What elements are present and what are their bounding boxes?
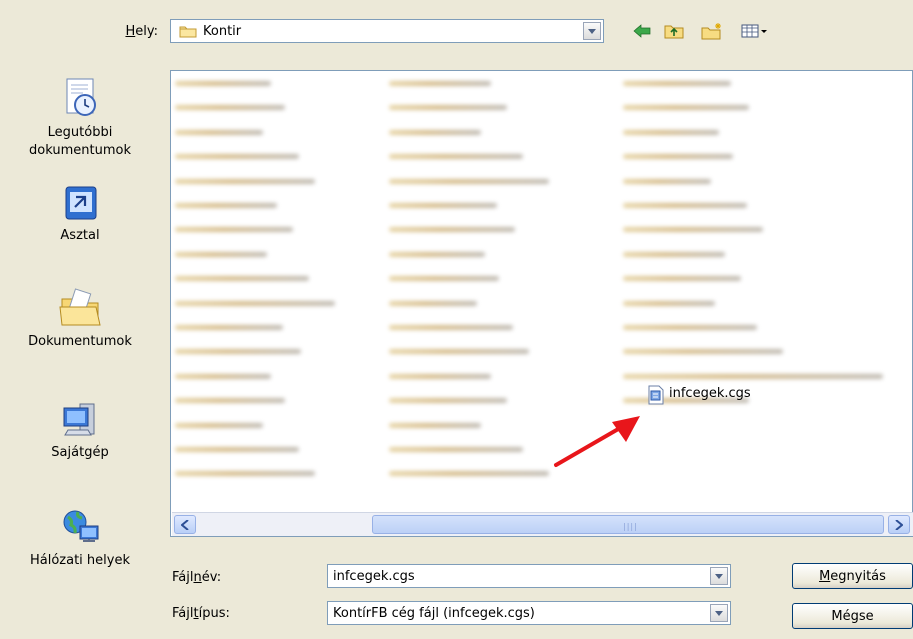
look-in-dropdown[interactable]: Kontir — [170, 19, 604, 43]
blurred-file-name — [623, 129, 719, 135]
blurred-file-name — [623, 105, 749, 111]
chevron-down-icon[interactable] — [710, 567, 728, 585]
blurred-file-name — [175, 251, 267, 257]
blurred-file-name — [175, 105, 285, 111]
blurred-file-name — [389, 81, 491, 86]
back-icon[interactable] — [630, 20, 654, 42]
blurred-file-name — [175, 129, 263, 135]
blurred-file-name — [389, 349, 529, 355]
blurred-file-name — [389, 447, 523, 452]
blurred-file-name — [175, 325, 283, 330]
blurred-file-name — [623, 154, 733, 160]
blurred-file-name — [623, 251, 725, 257]
blurred-file-name — [623, 276, 741, 282]
blurred-file-name — [175, 373, 271, 379]
views-menu-icon[interactable] — [740, 20, 770, 42]
blurred-file-name — [175, 422, 263, 428]
my-computer-icon — [5, 400, 155, 440]
recent-documents-icon — [5, 76, 155, 120]
place-recent-documents[interactable]: Legutóbbi dokumentumok — [5, 76, 155, 160]
blurred-file-name — [175, 81, 271, 86]
place-recent-line2: dokumentumok — [29, 143, 131, 158]
blurred-file-name — [389, 373, 491, 379]
place-network-label: Hálózati helyek — [29, 553, 130, 568]
place-my-documents-label: Dokumentumok — [28, 334, 132, 349]
blurred-file-name — [175, 349, 301, 355]
chevron-down-icon[interactable] — [583, 22, 601, 40]
filetype-label: Fájltípus: — [172, 606, 230, 621]
arrow-annotation — [554, 416, 640, 467]
blurred-file-name — [175, 300, 335, 306]
filetype-combo[interactable]: KontírFB cég fájl (infcegek.cgs) — [327, 601, 731, 625]
blurred-file-name — [175, 203, 277, 208]
blurred-file-name — [623, 203, 747, 208]
blurred-file-name — [623, 300, 715, 306]
blurred-file-name — [175, 447, 299, 452]
place-desktop[interactable]: Asztal — [5, 183, 155, 245]
blurred-file-name — [389, 227, 515, 233]
blurred-file-name — [623, 325, 757, 330]
file-name: infcegek.cgs — [669, 386, 751, 401]
blurred-file-name — [389, 325, 513, 330]
place-my-documents[interactable]: Dokumentumok — [5, 287, 155, 351]
blurred-file-name — [623, 81, 731, 86]
place-my-computer-label: Sajátgép — [51, 445, 109, 460]
up-folder-icon[interactable] — [662, 20, 686, 42]
desktop-icon — [5, 183, 155, 223]
blurred-file-name — [389, 276, 499, 282]
blurred-file-name — [389, 300, 477, 306]
place-my-computer[interactable]: Sajátgép — [5, 400, 155, 462]
scroll-thumb[interactable]: |||| — [372, 515, 884, 534]
folder-icon — [179, 24, 197, 42]
blurred-file-name — [389, 251, 485, 257]
blurred-file-name — [389, 129, 481, 135]
blurred-file-name — [623, 178, 711, 184]
blurred-file-name — [623, 227, 763, 233]
place-recent-line1: Legutóbbi — [47, 125, 113, 140]
network-places-icon — [5, 508, 155, 548]
blurred-file-name — [623, 373, 883, 379]
blurred-file-name — [175, 276, 309, 282]
place-desktop-label: Asztal — [60, 228, 100, 243]
look-in-label: Hely: — [125, 24, 158, 39]
filetype-value: KontírFB cég fájl (infcegek.cgs) — [333, 606, 535, 621]
filename-combo[interactable]: infcegek.cgs — [327, 564, 731, 588]
blurred-file-name — [389, 154, 523, 160]
chevron-down-icon[interactable] — [710, 604, 728, 622]
my-documents-icon — [5, 287, 155, 329]
horizontal-scrollbar[interactable]: |||| — [172, 512, 913, 536]
blurred-file-name — [389, 398, 507, 404]
file-list[interactable]: infcegek.cgs — [170, 70, 913, 537]
blurred-file-name — [175, 471, 315, 477]
blurred-file-name — [389, 178, 549, 184]
blurred-file-name — [389, 105, 507, 111]
cgs-file-icon — [647, 385, 665, 409]
new-folder-icon[interactable] — [700, 20, 724, 42]
blurred-file-name — [389, 203, 497, 208]
blurred-file-name — [175, 398, 285, 404]
place-network[interactable]: Hálózati helyek — [5, 508, 155, 570]
scroll-right-arrow-icon[interactable] — [888, 515, 910, 534]
cancel-button[interactable]: Mégse — [792, 603, 913, 629]
blurred-file-name — [175, 227, 293, 233]
open-button[interactable]: Megnyitás — [792, 563, 913, 589]
blurred-file-name — [175, 178, 315, 184]
look-in-value: Kontir — [203, 24, 242, 39]
filename-value: infcegek.cgs — [333, 569, 415, 584]
blurred-file-name — [389, 471, 549, 477]
blurred-file-name — [175, 154, 299, 160]
blurred-file-name — [389, 422, 481, 428]
scroll-left-arrow-icon[interactable] — [174, 515, 196, 534]
blurred-file-name — [623, 349, 783, 355]
filename-label: Fájlnév: — [172, 570, 222, 585]
